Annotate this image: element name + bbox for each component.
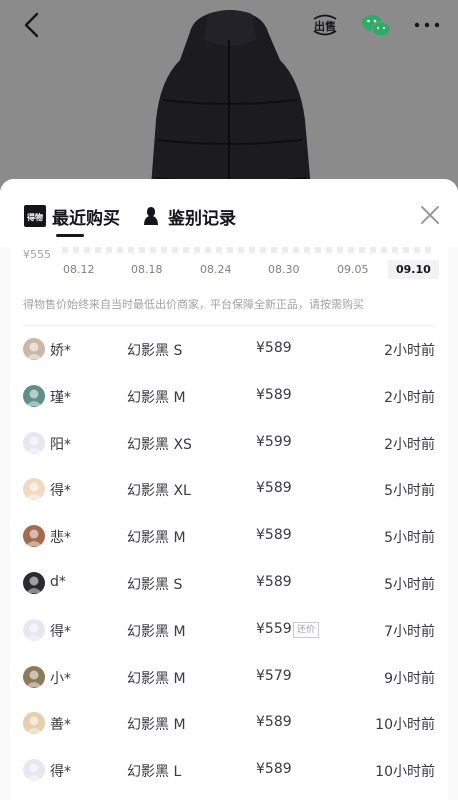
record-row: 悲* 幻影黑 M ¥589 5小时前	[10, 513, 448, 560]
sheet-tabs: 得物 最近购买 鉴别记录	[0, 179, 458, 247]
more-icon	[414, 22, 440, 28]
price-notice: 得物售价始终来自当时最低出价商家，平台保障全新正品，请按需购买	[23, 298, 364, 311]
purchase-records-sheet: 得物 最近购买 鉴别记录 ¥555 08.12 08.18 08.24 08.3…	[0, 179, 458, 800]
purchase-records-list: 娇* 幻影黑 S ¥589 2小时前 瑾* 幻影黑 M ¥589 2小时前 阳* 幻影黑 XS ¥5…	[10, 326, 448, 794]
record-time: 2小时前	[384, 343, 435, 359]
record-price: ¥589	[256, 527, 292, 544]
record-property: 幻影黑 M	[127, 530, 186, 547]
record-time: 7小时前	[384, 623, 435, 640]
avatar	[23, 712, 45, 735]
avatar	[23, 759, 45, 782]
active-tab-indicator	[56, 234, 84, 237]
record-price: ¥589	[256, 761, 292, 778]
avatar	[23, 431, 45, 454]
record-property: 幻影黑 XS	[127, 436, 192, 453]
x-tick: 08.18	[131, 263, 163, 276]
x-tick: 08.30	[268, 263, 300, 276]
avatar	[23, 618, 45, 641]
record-user-name: d*	[50, 573, 66, 590]
record-user-name: 瑾*	[50, 389, 71, 406]
x-tick-selected[interactable]: 09.10	[388, 260, 439, 279]
avatar	[23, 665, 45, 688]
wechat-share-button[interactable]	[360, 10, 392, 40]
record-time: 9小时前	[384, 670, 435, 687]
record-property: 幻影黑 L	[127, 764, 182, 781]
record-row: d* 幻影黑 S ¥589 5小时前	[10, 560, 448, 607]
record-price: ¥589	[256, 573, 292, 590]
tab-auth-label: 鉴别记录	[168, 208, 236, 229]
record-time: 5小时前	[384, 530, 435, 547]
record-property: 幻影黑 M	[127, 670, 186, 687]
back-button[interactable]	[18, 10, 48, 40]
record-property: 幻影黑 S	[127, 343, 183, 359]
counter-offer-badge: 还价	[293, 621, 320, 638]
record-time: 10小时前	[375, 717, 435, 734]
avatar	[23, 338, 45, 360]
tab-recent-label: 最近购买	[52, 208, 120, 229]
sheet-content: ¥555 08.12 08.18 08.24 08.30 09.05 09.10…	[0, 247, 458, 800]
record-time: 2小时前	[384, 389, 435, 406]
record-row: 小* 幻影黑 M ¥579 9小时前	[10, 654, 448, 701]
avatar	[23, 384, 45, 407]
record-property: 幻影黑 S	[127, 576, 183, 593]
record-row: 阳* 幻影黑 XS ¥599 2小时前	[10, 420, 448, 467]
record-property: 幻影黑 M	[127, 717, 186, 734]
record-user-name: 小*	[50, 670, 71, 687]
record-property: 幻影黑 M	[127, 623, 186, 640]
record-user-name: 得*	[50, 623, 71, 640]
record-price: ¥559	[256, 620, 292, 637]
record-price: ¥589	[256, 714, 292, 731]
record-time: 10小时前	[375, 764, 435, 781]
chart-gridline	[62, 247, 432, 253]
x-tick: 09.05	[337, 263, 369, 276]
record-price: ¥579	[256, 667, 292, 684]
dewu-logo-icon: 得物	[24, 205, 46, 227]
record-user-name: 娇*	[50, 343, 71, 359]
record-row: 瑾* 幻影黑 M ¥589 2小时前	[10, 373, 448, 420]
top-bar: 出售	[0, 0, 458, 52]
record-row: 善* 幻影黑 M ¥589 10小时前	[10, 700, 448, 747]
tab-authentication-records[interactable]: 鉴别记录	[140, 201, 236, 231]
record-price: ¥599	[256, 433, 292, 450]
x-tick: 08.24	[200, 263, 232, 276]
record-price: ¥589	[256, 386, 292, 403]
more-options-button[interactable]	[410, 10, 444, 40]
sell-label: 出售	[314, 19, 336, 33]
chart-x-axis: 08.12 08.18 08.24 08.30 09.05 09.10	[10, 260, 448, 283]
x-tick: 08.12	[63, 263, 95, 276]
records-panel: ¥555 08.12 08.18 08.24 08.30 09.05 09.10…	[10, 247, 448, 800]
record-property: 幻影黑 M	[127, 389, 186, 406]
tab-recent-purchases[interactable]: 得物 最近购买	[24, 201, 120, 231]
avatar	[23, 525, 45, 548]
wechat-icon	[362, 15, 391, 37]
record-row: 得* 幻影黑 M ¥559 7小时前 还价	[10, 607, 448, 654]
record-user-name: 善*	[50, 717, 71, 734]
chart-y-min-label: ¥555	[23, 248, 51, 261]
record-user-name: 得*	[50, 764, 71, 781]
product-image-area: 出售	[0, 0, 458, 200]
record-row: 娇* 幻影黑 S ¥589 2小时前	[10, 326, 448, 373]
record-property: 幻影黑 XL	[127, 483, 191, 500]
record-user-name: 阳*	[50, 436, 71, 453]
record-user-name: 悲*	[50, 530, 71, 547]
silhouette-icon	[144, 207, 158, 225]
record-row: 得* 幻影黑 XL ¥589 5小时前	[10, 466, 448, 513]
close-button[interactable]	[418, 203, 442, 227]
avatar	[23, 571, 45, 594]
svg-text:得物: 得物	[26, 212, 43, 222]
record-price: ¥589	[256, 340, 292, 356]
record-time: 5小时前	[384, 483, 435, 500]
close-icon	[421, 206, 439, 224]
record-time: 5小时前	[384, 576, 435, 593]
back-icon	[24, 12, 39, 38]
price-trend-chart: ¥555 08.12 08.18 08.24 08.30 09.05 09.10	[10, 247, 448, 287]
record-row: 得* 幻影黑 L ¥589 10小时前	[10, 747, 448, 794]
sell-button[interactable]: 出售	[310, 10, 340, 40]
sell-icon: 出售	[313, 14, 337, 36]
record-time: 2小时前	[384, 436, 435, 453]
record-price: ¥589	[256, 480, 292, 497]
avatar	[23, 478, 45, 501]
record-user-name: 得*	[50, 483, 71, 500]
